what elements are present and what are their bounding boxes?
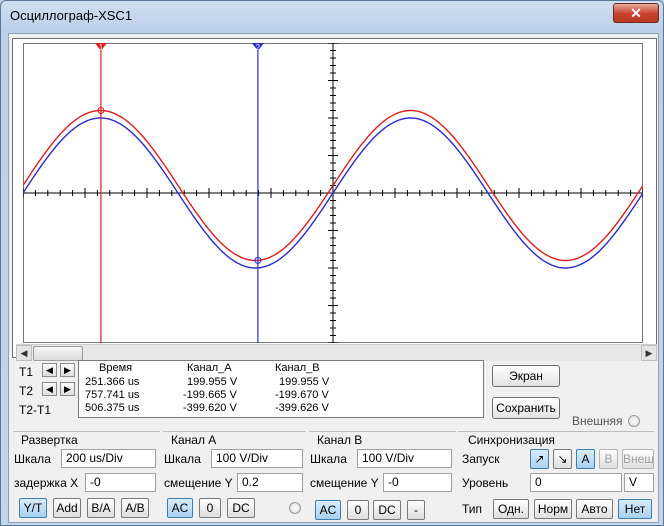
title-bar: Осциллограф-XSC1 ✕: [1, 1, 663, 31]
channel-a-ac-button[interactable]: AC: [167, 498, 193, 518]
trigger-normal-button[interactable]: Норм: [534, 499, 572, 519]
mode-yt-button[interactable]: Y/T: [19, 498, 47, 518]
diff-time: 506.375 us: [85, 402, 140, 414]
diff-ch-a: -399.620 V: [183, 402, 237, 414]
screen-button[interactable]: Экран: [492, 365, 560, 387]
t1-ch-a: 199.955 V: [187, 376, 238, 388]
falling-edge-button[interactable]: ↘: [553, 449, 572, 469]
diff-ch-b: -399.626 V: [275, 402, 329, 414]
arrow-right-icon: ▶: [64, 384, 71, 394]
scroll-right-button[interactable]: ▶: [641, 345, 657, 361]
t1-label: T1: [19, 365, 34, 379]
oscilloscope-window: Осциллограф-XSC1 ✕ 12 ◀ ▶ T1 ◀ ▶ T2 ◀ ▶ …: [0, 0, 664, 526]
channel-b-invert-button[interactable]: -: [407, 500, 425, 520]
trigger-source-b-button[interactable]: B: [599, 449, 618, 469]
channel-b-offset-field[interactable]: -0: [383, 473, 452, 492]
external-trigger-radio[interactable]: [628, 415, 640, 427]
scope-screen: 12 ◀ ▶: [12, 38, 657, 361]
trigger-auto-button[interactable]: Авто: [576, 499, 613, 519]
readout-table: Время Канал_A Канал_B 251.366 us 199.955…: [78, 360, 484, 418]
channel-b-dc-button[interactable]: DC: [373, 500, 401, 520]
delay-x-field[interactable]: -0: [85, 473, 156, 492]
channel-b-title: Канал B: [317, 433, 363, 447]
save-button[interactable]: Сохранить: [492, 397, 560, 419]
trigger-none-button[interactable]: Нет: [618, 499, 652, 519]
t2-right-button[interactable]: ▶: [60, 382, 75, 396]
timebase-group: Развертка Шкала 200 us/Div задержка X -0…: [13, 431, 160, 522]
trigger-source-a-button[interactable]: A: [576, 449, 595, 469]
window-title: Осциллограф-XSC1: [10, 8, 133, 23]
t2-label: T2: [19, 384, 34, 398]
timebase-scale-field[interactable]: 200 us/Div: [61, 449, 156, 468]
rising-edge-button[interactable]: ↗: [530, 449, 549, 469]
channel-a-scale-label: Шкала: [164, 452, 201, 466]
channel-a-title: Канал A: [171, 433, 217, 447]
trigger-level-unit[interactable]: V: [624, 473, 654, 492]
close-icon: ✕: [630, 5, 642, 21]
close-button[interactable]: ✕: [613, 3, 659, 23]
channel-a-group: Канал A Шкала 100 V/Div смещение Y 0.2 A…: [163, 431, 306, 522]
timebase-scale-label: Шкала: [14, 452, 51, 466]
channel-b-scale-field[interactable]: 100 V/Div: [357, 449, 452, 468]
external-trigger-label: Внешняя: [572, 414, 623, 428]
channel-b-scale-label: Шкала: [310, 452, 347, 466]
channel-b-offset-label: смещение Y: [310, 476, 379, 490]
header-channel-a: Канал_A: [187, 362, 232, 374]
rising-edge-icon: ↗: [534, 452, 545, 466]
channel-b-zero-button[interactable]: 0: [347, 500, 369, 520]
trigger-single-button[interactable]: Одн.: [493, 499, 529, 519]
cursor-t2-label: 2: [256, 43, 261, 52]
t2-left-button[interactable]: ◀: [42, 382, 57, 396]
channel-a-dc-button[interactable]: DC: [227, 498, 255, 518]
header-time: Время: [99, 362, 133, 374]
delay-x-label: задержка X: [14, 476, 79, 490]
scope-display[interactable]: 12: [23, 43, 643, 343]
mode-ba-button[interactable]: B/A: [87, 498, 115, 518]
trigger-title: Синхронизация: [468, 433, 555, 447]
falling-edge-icon: ↘: [557, 452, 568, 466]
channel-a-zero-button[interactable]: 0: [199, 498, 221, 518]
trigger-start-label: Запуск: [462, 452, 500, 466]
t2-t1-label: T2-T1: [19, 403, 52, 417]
channel-a-radio[interactable]: [289, 502, 301, 514]
mode-add-button[interactable]: Add: [53, 498, 81, 518]
channel-b-group: Канал B Шкала 100 V/Div смещение Y -0 AC…: [309, 431, 456, 522]
channel-a-offset-label: смещение Y: [164, 476, 233, 490]
arrow-right-icon: ▶: [64, 365, 71, 375]
arrow-left-icon: ◀: [46, 365, 53, 375]
t1-ch-b: 199.955 V: [279, 376, 330, 388]
channel-b-ac-button[interactable]: AC: [315, 500, 341, 520]
trigger-level-label: Уровень: [462, 476, 509, 490]
header-channel-b: Канал_B: [275, 362, 320, 374]
trigger-group: Синхронизация Запуск ↗ ↘ A B Внеш Уровен…: [458, 431, 654, 522]
t1-time: 251.366 us: [85, 376, 140, 388]
channel-a-scale-field[interactable]: 100 V/Div: [211, 449, 303, 468]
trigger-source-ext-button[interactable]: Внеш: [622, 449, 654, 469]
client-area: 12 ◀ ▶ T1 ◀ ▶ T2 ◀ ▶ T2-T1 Время Канал_A…: [8, 33, 659, 523]
mode-ab-button[interactable]: A/B: [121, 498, 149, 518]
channel-a-offset-field[interactable]: 0.2: [237, 473, 303, 492]
t1-right-button[interactable]: ▶: [60, 363, 75, 377]
trigger-type-label: Тип: [462, 502, 483, 516]
t2-ch-b: -199.670 V: [275, 389, 329, 401]
t2-ch-a: -199.665 V: [183, 389, 237, 401]
cursor-t1-label: 1: [99, 43, 104, 52]
cursor-readout: T1 ◀ ▶ T2 ◀ ▶ T2-T1 Время Канал_A Канал_…: [12, 357, 484, 418]
timebase-title: Развертка: [21, 433, 78, 447]
t2-time: 757.741 us: [85, 389, 140, 401]
arrow-left-icon: ◀: [46, 384, 53, 394]
t1-left-button[interactable]: ◀: [42, 363, 57, 377]
trigger-level-field[interactable]: 0: [530, 473, 622, 492]
